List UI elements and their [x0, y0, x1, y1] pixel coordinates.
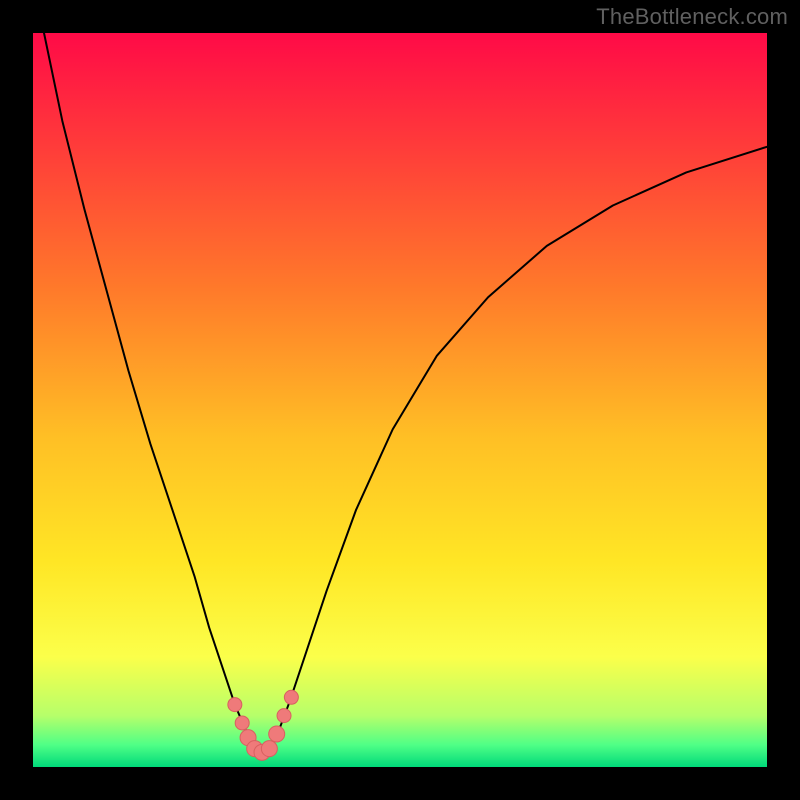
chart-plot-area [33, 33, 767, 767]
marker-dot [269, 726, 285, 742]
watermark-text: TheBottleneck.com [596, 4, 788, 30]
chart-background [33, 33, 767, 767]
marker-dot [284, 690, 298, 704]
marker-dot [277, 709, 291, 723]
chart-svg [33, 33, 767, 767]
marker-dot [261, 741, 277, 757]
marker-dot [235, 716, 249, 730]
marker-dot [228, 698, 242, 712]
outer-frame: TheBottleneck.com [0, 0, 800, 800]
